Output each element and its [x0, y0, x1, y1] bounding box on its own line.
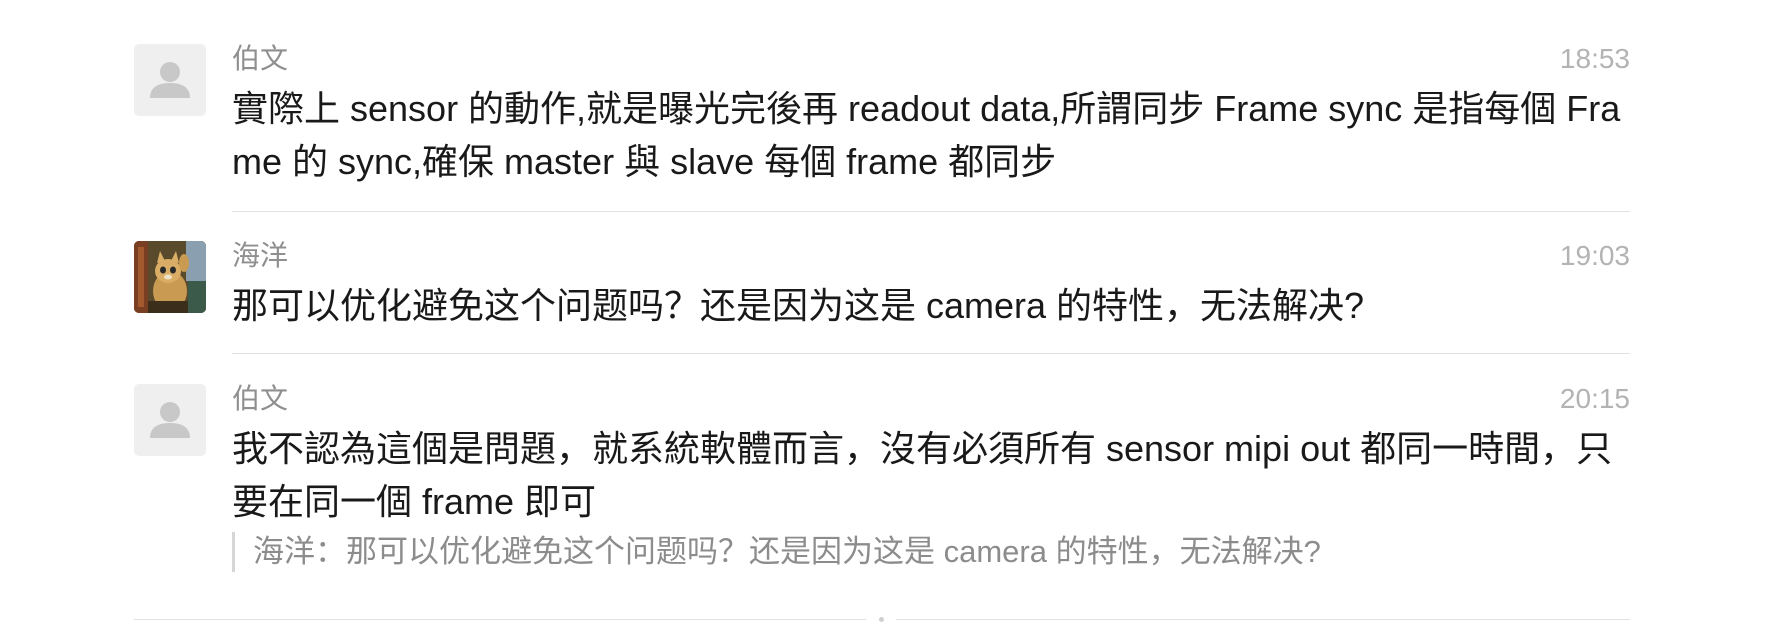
cat-photo-avatar: [134, 241, 206, 313]
avatar[interactable]: [134, 384, 206, 456]
chat-history: 伯文 18:53 實際上 sensor 的動作,就是曝光完後再 readout …: [0, 0, 1790, 624]
default-user-icon: [150, 402, 190, 438]
message-time: 18:53: [1559, 43, 1630, 74]
bottom-divider-left: [134, 619, 866, 620]
bottom-divider-right: [896, 619, 1630, 620]
avatar[interactable]: [134, 44, 206, 116]
message-time: 20:15: [1559, 383, 1630, 414]
message-divider: [232, 353, 1630, 354]
sender-name: 伯文: [232, 383, 289, 414]
message-text: 實際上 sensor 的動作,就是曝光完後再 readout data,所謂同步…: [232, 88, 1621, 182]
message-text: 那可以优化避免这个问题吗？还是因为这是 camera 的特性，无法解决?: [232, 285, 1365, 326]
divider-dot: [879, 617, 884, 622]
default-user-icon: [150, 62, 190, 98]
message-divider: [232, 211, 1630, 212]
sender-name: 海洋: [232, 240, 289, 271]
avatar[interactable]: [134, 241, 206, 313]
message-text: 我不認為這個是問題，就系統軟體而言，沒有必須所有 sensor mipi out…: [232, 428, 1613, 522]
sender-name: 伯文: [232, 43, 289, 74]
message-time: 19:03: [1559, 240, 1630, 271]
quoted-message[interactable]: 海洋：那可以优化避免这个问题吗？还是因为这是 camera 的特性，无法解决?: [232, 532, 1630, 572]
